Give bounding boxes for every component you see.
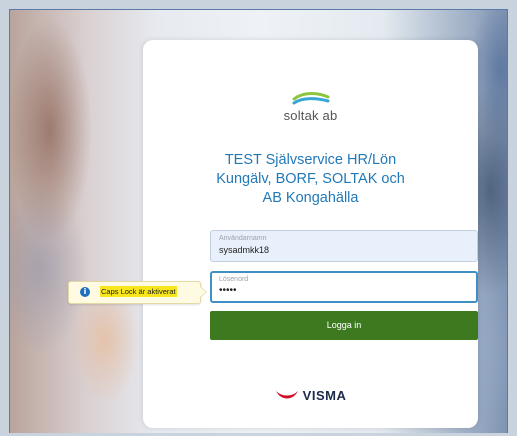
password-field[interactable]: Lösenord ••••• xyxy=(210,271,478,303)
login-card: soltak ab TEST Självservice HR/Lön Kungä… xyxy=(143,40,478,428)
info-icon: i xyxy=(80,287,90,297)
username-field[interactable]: Användarnamn sysadmkk18 xyxy=(210,230,478,262)
caps-lock-tooltip: i Caps Lock är aktiverat xyxy=(68,281,207,304)
visma-logo: VISMA xyxy=(143,388,478,403)
password-label: Lösenord xyxy=(219,276,249,283)
username-value: sysadmkk18 xyxy=(219,245,270,255)
soltak-logo-text: soltak ab xyxy=(283,108,338,123)
soltak-logo: soltak ab xyxy=(143,88,478,123)
title-line: TEST Självservice HR/Lön xyxy=(224,152,397,168)
caps-lock-message: Caps Lock är aktiverat xyxy=(100,286,177,297)
visma-logo-text: VISMA xyxy=(302,388,347,403)
title-line: Kungälv, BORF, SOLTAK och xyxy=(216,171,405,187)
visma-swoosh-icon xyxy=(275,391,298,399)
page-title: TEST Självservice HR/Lön Kungälv, BORF, … xyxy=(163,151,458,208)
login-button[interactable]: Logga in xyxy=(210,311,478,340)
username-label: Användarnamn xyxy=(219,235,267,242)
password-value: ••••• xyxy=(219,285,237,296)
background-frame: soltak ab TEST Självservice HR/Lön Kungä… xyxy=(9,9,508,433)
soltak-logo-icon xyxy=(292,92,329,105)
title-line: AB Kongahälla xyxy=(262,190,359,206)
